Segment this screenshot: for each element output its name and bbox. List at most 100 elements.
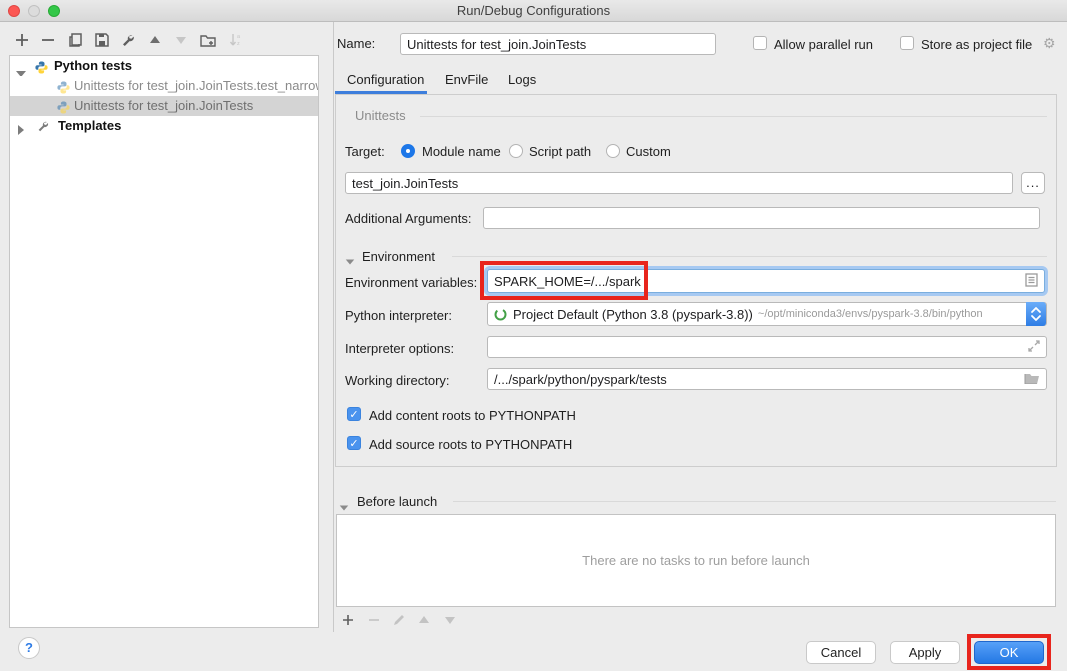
- copy-configuration-icon[interactable]: [68, 32, 84, 48]
- before-launch-collapse-triangle-icon[interactable]: [339, 499, 349, 514]
- move-down-icon: [173, 32, 189, 48]
- no-tasks-message: There are no tasks to run before launch: [582, 553, 810, 568]
- additional-arguments-input[interactable]: [483, 207, 1040, 229]
- add-task-icon[interactable]: [341, 613, 355, 627]
- store-as-project-file-label: Store as project file: [921, 37, 1032, 52]
- environment-collapse-triangle-icon[interactable]: [345, 253, 355, 268]
- python-test-config-icon: [57, 80, 70, 96]
- radio-custom[interactable]: [606, 144, 620, 158]
- section-divider: [453, 501, 1056, 502]
- conda-env-icon: [494, 308, 507, 321]
- combobox-stepper-icon[interactable]: [1026, 302, 1046, 326]
- close-window-button[interactable]: [8, 5, 20, 17]
- browse-button[interactable]: ...: [1021, 172, 1045, 194]
- help-button[interactable]: ?: [18, 637, 40, 659]
- name-label: Name:: [337, 36, 375, 51]
- radio-script-path-label: Script path: [529, 144, 591, 159]
- edit-templates-wrench-icon[interactable]: [120, 32, 136, 48]
- gear-icon[interactable]: ⚙: [1043, 35, 1056, 52]
- svg-text:a: a: [237, 34, 241, 40]
- unittests-group-label: Unittests: [355, 108, 406, 123]
- python-interpreter-path: ~/opt/miniconda3/envs/pyspark-3.8/bin/py…: [758, 308, 983, 320]
- cancel-button-label: Cancel: [821, 645, 861, 660]
- module-name-input[interactable]: test_join.JoinTests: [345, 172, 1013, 194]
- tab-envfile[interactable]: EnvFile: [445, 72, 488, 87]
- expand-field-icon[interactable]: [1028, 340, 1040, 355]
- checkmark-icon: ✓: [349, 438, 358, 450]
- templates-wrench-icon: [36, 119, 50, 136]
- target-label: Target:: [345, 144, 385, 159]
- tree-item-test-narrow[interactable]: Unittests for test_join.JoinTests.test_n…: [10, 76, 318, 96]
- add-content-roots-checkbox[interactable]: ✓: [347, 407, 361, 421]
- move-up-icon[interactable]: [147, 32, 163, 48]
- remove-configuration-icon[interactable]: [40, 32, 56, 48]
- tree-item-label: Unittests for test_join.JoinTests: [74, 96, 253, 116]
- apply-button[interactable]: Apply: [890, 641, 960, 664]
- radio-custom-label: Custom: [626, 144, 671, 159]
- interpreter-options-input[interactable]: [487, 336, 1047, 358]
- group-divider: [420, 116, 1047, 117]
- working-directory-label: Working directory:: [345, 373, 450, 388]
- tree-item-label: Python tests: [54, 56, 132, 76]
- add-source-roots-label: Add source roots to PYTHONPATH: [369, 437, 572, 452]
- move-task-up-icon: [417, 613, 431, 627]
- python-test-config-icon: [57, 100, 70, 116]
- move-task-down-icon: [443, 613, 457, 627]
- name-input[interactable]: Unittests for test_join.JoinTests: [400, 33, 716, 55]
- tab-logs[interactable]: Logs: [508, 72, 536, 87]
- python-interpreter-value: Project Default (Python 3.8 (pyspark-3.8…: [513, 307, 753, 322]
- highlight-box-env-vars: [480, 261, 648, 300]
- environment-section-label: Environment: [362, 249, 435, 264]
- python-interpreter-label: Python interpreter:: [345, 308, 452, 323]
- browse-button-label: ...: [1026, 178, 1040, 188]
- environment-variables-label: Environment variables:: [345, 275, 477, 290]
- panel-splitter[interactable]: [333, 22, 334, 632]
- before-launch-task-list: There are no tasks to run before launch: [336, 514, 1056, 607]
- title-bar: Run/Debug Configurations: [0, 0, 1067, 22]
- configurations-tree: Python tests Unittests for test_join.Joi…: [9, 55, 319, 628]
- remove-task-icon: [367, 613, 381, 627]
- tree-item-python-tests[interactable]: Python tests: [10, 56, 318, 76]
- folder-browse-icon[interactable]: [1024, 372, 1040, 387]
- checkmark-icon: ✓: [349, 409, 358, 421]
- additional-arguments-label: Additional Arguments:: [345, 211, 471, 226]
- tree-item-templates[interactable]: Templates: [10, 116, 318, 136]
- tree-item-jointests-selected[interactable]: Unittests for test_join.JoinTests: [10, 96, 318, 116]
- radio-module-name[interactable]: [401, 144, 415, 158]
- help-button-label: ?: [25, 640, 33, 655]
- cancel-button[interactable]: Cancel: [806, 641, 876, 664]
- create-folder-icon[interactable]: [200, 32, 216, 48]
- tab-configuration[interactable]: Configuration: [347, 72, 424, 87]
- add-configuration-icon[interactable]: [14, 32, 30, 48]
- add-content-roots-label: Add content roots to PYTHONPATH: [369, 408, 576, 423]
- highlight-box-ok-button: [967, 634, 1051, 670]
- radio-module-name-label: Module name: [422, 144, 501, 159]
- edit-task-pencil-icon: [392, 613, 406, 627]
- python-icon: [35, 60, 48, 76]
- tree-item-label: Templates: [58, 116, 121, 136]
- before-launch-section-label: Before launch: [357, 494, 437, 509]
- working-directory-value: /.../spark/python/pyspark/tests: [494, 372, 667, 387]
- module-name-value: test_join.JoinTests: [352, 176, 458, 191]
- window-title: Run/Debug Configurations: [457, 3, 610, 18]
- minimize-window-button: [28, 5, 40, 17]
- interpreter-options-label: Interpreter options:: [345, 341, 454, 356]
- expand-triangle-icon[interactable]: [16, 63, 26, 76]
- allow-parallel-run-label: Allow parallel run: [774, 37, 873, 52]
- sort-alphabetically-icon: az: [228, 32, 244, 48]
- save-configuration-icon[interactable]: [94, 32, 110, 48]
- working-directory-input[interactable]: /.../spark/python/pyspark/tests: [487, 368, 1047, 390]
- collapse-triangle-icon[interactable]: [18, 121, 24, 136]
- name-value: Unittests for test_join.JoinTests: [407, 37, 586, 52]
- radio-script-path[interactable]: [509, 144, 523, 158]
- env-vars-browse-icon[interactable]: [1025, 273, 1038, 290]
- section-divider: [452, 256, 1047, 257]
- svg-text:z: z: [237, 41, 240, 47]
- store-as-project-file-checkbox[interactable]: [900, 36, 914, 50]
- zoom-window-button[interactable]: [48, 5, 60, 17]
- allow-parallel-run-checkbox[interactable]: [753, 36, 767, 50]
- add-source-roots-checkbox[interactable]: ✓: [347, 436, 361, 450]
- python-interpreter-combobox[interactable]: Project Default (Python 3.8 (pyspark-3.8…: [487, 302, 1047, 326]
- apply-button-label: Apply: [909, 645, 942, 660]
- tree-item-label: Unittests for test_join.JoinTests.test_n…: [74, 76, 318, 96]
